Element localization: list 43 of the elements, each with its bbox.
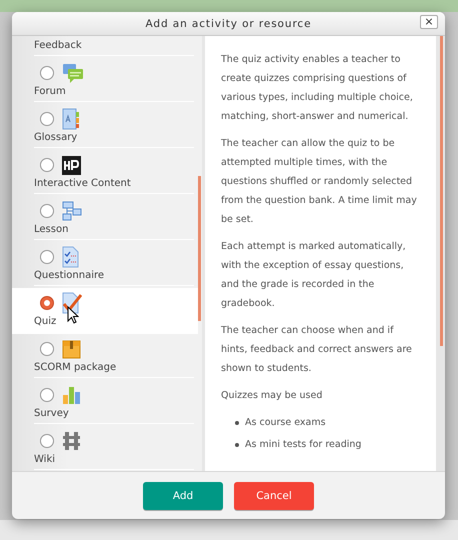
radio-button[interactable] — [40, 342, 54, 356]
activity-label[interactable]: Glossary — [34, 130, 194, 147]
bar-chart-icon — [62, 385, 81, 405]
description-paragraph: Quizzes may be used — [221, 389, 324, 403]
checklist-document-icon — [62, 246, 79, 268]
speech-bubbles-icon — [62, 62, 84, 84]
description-paragraph: The teacher can allow the quiz to be attempted multiple times, with the questions shuffled or randomly selected from the question bank. A time limit may be set. — [221, 137, 418, 227]
book-icon — [62, 108, 80, 130]
description-paragraph: The teacher can choose when and if hints, feedback and correct answers are shown to students. — [221, 324, 413, 376]
radio-button[interactable] — [40, 158, 54, 172]
bullet-text: As course exams — [245, 416, 326, 430]
description-paragraph: The quiz activity enables a teacher to create quizzes comprising questions of various types, including multiple choice, matching, short-answer and numerical. — [221, 53, 414, 124]
activity-label[interactable]: Interactive Content — [34, 176, 194, 193]
activity-label[interactable]: Feedback — [34, 38, 194, 55]
radio-button[interactable] — [40, 250, 54, 264]
checkmark-document-icon — [62, 292, 82, 314]
bullet-text: As mini tests for reading — [245, 438, 362, 452]
radio-button[interactable] — [40, 66, 54, 80]
description-paragraph: Each attempt is marked automatically, with the exception of essay questions, and the grade is recorded in the gradebook. — [221, 240, 407, 311]
flowchart-icon — [62, 201, 82, 221]
bullet-icon — [235, 442, 239, 446]
close-button[interactable]: × — [420, 15, 438, 29]
cancel-button[interactable]: Cancel — [234, 482, 314, 510]
activity-label[interactable]: Lesson — [34, 222, 194, 239]
mouse-pointer-icon — [67, 306, 79, 324]
dialog-title: Add an activity or resource — [146, 18, 312, 30]
radio-button[interactable] — [40, 388, 54, 402]
activity-label[interactable]: Wiki — [34, 452, 194, 469]
activity-label[interactable]: Questionnaire — [34, 268, 194, 285]
package-box-icon — [62, 340, 81, 358]
activity-label[interactable]: Survey — [34, 406, 194, 423]
radio-button[interactable] — [40, 434, 54, 448]
radio-button[interactable] — [40, 112, 54, 126]
add-button[interactable]: Add — [143, 482, 223, 510]
puzzle-blocks-icon — [62, 431, 81, 451]
scrollbar-thumb[interactable] — [440, 36, 443, 346]
radio-button[interactable] — [40, 204, 54, 218]
radio-button[interactable] — [40, 296, 54, 310]
activity-label[interactable]: SCORM package — [34, 360, 194, 377]
h5p-logo-icon — [62, 156, 81, 174]
scrollbar-thumb[interactable] — [198, 176, 201, 321]
bullet-icon — [235, 420, 239, 424]
activity-label[interactable]: Forum — [34, 84, 194, 101]
